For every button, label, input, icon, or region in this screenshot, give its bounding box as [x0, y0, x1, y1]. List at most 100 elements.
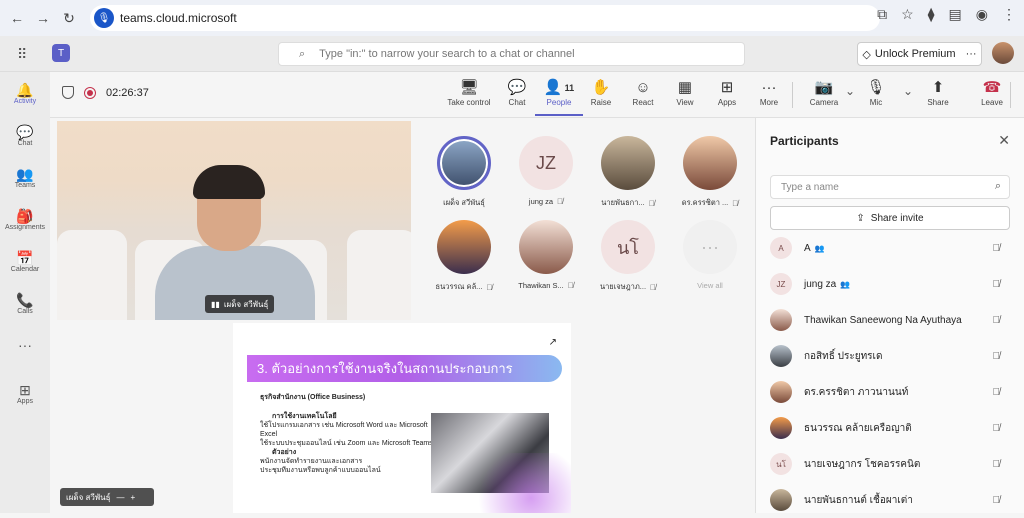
people-count: 11 — [564, 83, 575, 93]
participant-row[interactable]: A A 👥 🎙̸ — [770, 230, 1018, 266]
diamond-icon: ◇ — [862, 48, 871, 61]
participant-name: jung za — [528, 197, 554, 206]
participant-row[interactable]: Thawikan Saneewong Na Ayuthaya 🎙̸ — [770, 302, 1018, 338]
tool-view[interactable]: ▦ View — [661, 78, 709, 107]
tool-more[interactable]: ··· More — [745, 78, 793, 107]
unlock-premium-button[interactable]: ◇ Unlock Premium ··· — [857, 42, 982, 66]
rail-item-activity[interactable]: 🔔 Activity — [0, 72, 50, 114]
self-view-tag[interactable]: เผด็จ สวีพันธุ์ — + — [60, 488, 154, 506]
mic-off-icon[interactable]: 🎙̸ — [993, 495, 1001, 506]
participant-tile[interactable]: ธนวรรณ คล้... 🎙̸ — [423, 220, 505, 304]
participant-tile[interactable]: นโ นายเจษฎาภ... 🎙̸ — [587, 220, 669, 304]
chevron-down-icon[interactable]: ⌄ — [903, 84, 913, 98]
reload-icon[interactable]: ↻ — [56, 5, 82, 31]
chevron-down-icon[interactable]: ⌄ — [845, 84, 855, 98]
participant-row[interactable]: นโ นายเจษฎากร โชคอรรคนิต 🎙̸ — [770, 446, 1018, 482]
url-text: teams.cloud.microsoft — [120, 11, 237, 25]
tool-people[interactable]: 👤 11 People — [535, 78, 583, 116]
apps-icon: ⊞ — [19, 381, 31, 398]
speaker-name: เผด็จ สวีพันธุ์ — [223, 299, 269, 309]
view-all-tile[interactable]: ··· View all — [669, 220, 751, 304]
rail-item-more[interactable]: ··· — [0, 324, 50, 366]
chair-shape — [347, 230, 411, 320]
more-icon[interactable]: ··· — [966, 48, 977, 60]
menu-icon[interactable]: ⋮ — [1002, 6, 1016, 23]
shared-slide[interactable]: ↗ 3. ตัวอย่างการใช้งานจริงในสถานประกอบกา… — [233, 323, 571, 513]
teams-logo-icon: T — [52, 44, 70, 62]
participant-tile[interactable]: นายพันธกา... 🎙̸ — [587, 136, 669, 220]
participant-row[interactable]: กอสิทธิ์ ประยูทรเด 🎙̸ — [770, 338, 1018, 374]
extensions-icon[interactable]: ⧫ — [928, 6, 935, 23]
search-icon: ⌕ — [994, 180, 1001, 192]
slide-body: ธุรกิจสำนักงาน (Office Business) การใช้ง… — [260, 393, 440, 475]
rail-item-assignments[interactable]: 🎒 Assignments — [0, 198, 50, 240]
tile-label: jung za 🎙̸ — [529, 197, 563, 206]
avatar: ··· — [683, 220, 737, 274]
shield-icon[interactable] — [62, 86, 74, 99]
mic-off-icon[interactable]: 🎙̸ — [993, 315, 1001, 326]
back-icon[interactable]: ← — [4, 5, 30, 31]
participant-name-text: A — [804, 242, 811, 254]
participant-tile[interactable]: ดร.ครรชิตา ... 🎙̸ — [669, 136, 751, 220]
avatar[interactable] — [992, 42, 1014, 64]
address-bar[interactable]: 🎙 teams.cloud.microsoft — [90, 5, 880, 31]
expand-icon[interactable]: ↗ — [549, 337, 557, 348]
rail-item-calendar[interactable]: 📅 Calendar — [0, 240, 50, 282]
tool-label: Leave — [981, 98, 1003, 107]
profile-icon[interactable]: ◉ — [976, 6, 988, 23]
rail-item-apps[interactable]: ⊞ Apps — [0, 372, 50, 414]
tool-leave[interactable]: ☎ Leave — [968, 78, 1016, 107]
mic-off-icon[interactable]: 🎙̸ — [993, 243, 1001, 254]
mic-off-icon: 🎙̸ — [486, 282, 493, 292]
rail-item-chat[interactable]: 💬 Chat — [0, 114, 50, 156]
leave-phone-icon: ☎ — [982, 79, 1002, 96]
close-icon[interactable]: ✕ — [998, 132, 1010, 149]
tool-chat[interactable]: 💬 Chat — [493, 78, 541, 107]
site-info-icon[interactable]: 🎙 — [94, 8, 114, 28]
recording-icon[interactable] — [84, 86, 96, 99]
participant-name: ธนวรรณ คล้ายเครือญาติ — [804, 421, 1018, 436]
participant-name: นายพันธกา... — [601, 198, 645, 207]
tool-raise[interactable]: ✋ Raise — [577, 78, 625, 107]
minimize-icon[interactable]: — — [117, 493, 125, 502]
participants-panel: Participants ✕ Type a name ⌕ ⇪ Share inv… — [755, 118, 1024, 513]
tool-mic[interactable]: 🎙 Mic — [852, 78, 900, 107]
participant-tile[interactable]: เผด็จ สวีพันธุ์ — [423, 136, 505, 220]
mic-off-icon[interactable]: 🎙̸ — [993, 279, 1001, 290]
participant-name-text: jung za — [804, 278, 837, 290]
tool-camera[interactable]: 📷 Camera — [800, 78, 848, 107]
participant-name: เผด็จ สวีพันธุ์ — [443, 198, 485, 207]
mic-off-icon[interactable]: 🎙̸ — [993, 387, 1001, 398]
cast-icon[interactable]: ⧉ — [877, 6, 887, 23]
tab-search-icon[interactable]: ▤ — [949, 6, 962, 23]
share-invite-button[interactable]: ⇪ Share invite — [770, 206, 1010, 230]
mic-off-icon[interactable]: 🎙̸ — [993, 459, 1001, 470]
avatar: นโ — [770, 453, 792, 475]
rail-item-calls[interactable]: 📞 Calls — [0, 282, 50, 324]
mic-off-icon[interactable]: 🎙̸ — [993, 351, 1001, 362]
avatar — [437, 136, 491, 190]
participant-tile[interactable]: Thawikan S... 🎙̸ — [505, 220, 587, 304]
participant-name: ดร.ครรชิตา ภาวนานนท์ — [804, 385, 1018, 400]
main-speaker-video[interactable]: ▮▮ เผด็จ สวีพันธุ์ — [57, 121, 411, 320]
participant-name: ดร.ครรชิตา ... — [681, 198, 729, 207]
tile-label: เผด็จ สวีพันธุ์ — [443, 197, 485, 209]
tool-react[interactable]: ☺ React — [619, 78, 667, 107]
tool-take-control[interactable]: 🖥 Take control — [445, 78, 493, 107]
participant-row[interactable]: JZ jung za 👥 🎙̸ — [770, 266, 1018, 302]
participant-row[interactable]: ดร.ครรชิตา ภาวนานนท์ 🎙̸ — [770, 374, 1018, 410]
search-input[interactable]: ⌕ Type "in:" to narrow your search to a … — [278, 42, 745, 66]
mic-off-icon[interactable]: 🎙̸ — [993, 423, 1001, 434]
forward-icon[interactable]: → — [30, 5, 56, 31]
avatar — [601, 136, 655, 190]
participant-search-input[interactable]: Type a name ⌕ — [770, 175, 1010, 199]
participant-tile[interactable]: JZ jung za 🎙̸ — [505, 136, 587, 220]
app-launcher-icon[interactable]: ⠿ — [17, 46, 27, 63]
star-icon[interactable]: ☆ — [901, 6, 914, 23]
tool-apps[interactable]: ⊞ Apps — [703, 78, 751, 107]
view-icon: ▦ — [677, 79, 693, 96]
tool-share[interactable]: ⬆ Share — [914, 78, 962, 107]
participant-row[interactable]: ธนวรรณ คล้ายเครือญาติ 🎙̸ — [770, 410, 1018, 446]
plus-icon[interactable]: + — [131, 493, 136, 502]
rail-item-teams[interactable]: 👥 Teams — [0, 156, 50, 198]
